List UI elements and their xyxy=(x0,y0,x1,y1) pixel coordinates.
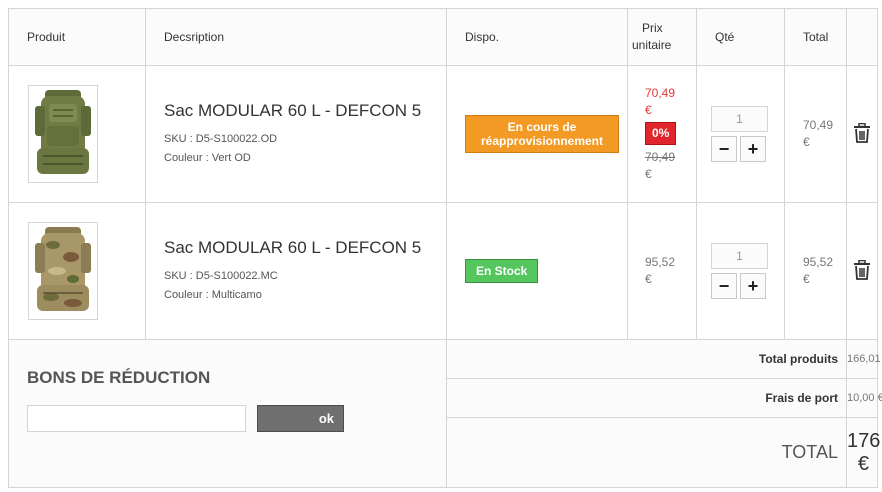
cart-item-row: Sac MODULAR 60 L - DEFCON 5 SKU : D5-S10… xyxy=(8,202,878,340)
header-dispo: Dispo. xyxy=(446,8,628,66)
voucher-title: BONS DE RÉDUCTION xyxy=(27,368,211,387)
product-sku: SKU : D5-S100022.OD xyxy=(164,132,278,145)
line-total-currency: € xyxy=(803,135,810,149)
product-image-link[interactable] xyxy=(28,85,98,183)
table-header-row: Produit Decsription Dispo. Prix unitaire… xyxy=(8,8,878,66)
product-description-cell: Sac MODULAR 60 L - DEFCON 5 SKU : D5-S10… xyxy=(145,65,447,203)
line-total-currency: € xyxy=(803,272,810,286)
cart-table: Produit Decsription Dispo. Prix unitaire… xyxy=(8,8,882,488)
frais-port-label: Frais de port xyxy=(446,378,847,418)
price-old-amount: 70,49 xyxy=(645,150,676,164)
quantity-input[interactable]: 1 xyxy=(711,106,768,132)
availability-badge: En cours de réapprovisionnement xyxy=(465,115,619,153)
product-image-cell xyxy=(8,65,146,203)
price-new-amount: 70,49 xyxy=(645,86,676,100)
unit-price-cell: 95,52 € xyxy=(627,202,697,340)
quantity-increase-button[interactable]: + xyxy=(740,273,766,299)
price-new-currency: € xyxy=(645,103,652,117)
product-name-link[interactable]: Sac MODULAR 60 L - DEFCON 5 xyxy=(164,101,446,121)
product-sku: SKU : D5-S100022.MC xyxy=(164,269,278,282)
grand-total-amount: 176,01 xyxy=(847,429,882,452)
delete-cell xyxy=(846,202,878,340)
grand-total-currency: € xyxy=(857,452,869,475)
plus-icon: + xyxy=(747,139,759,159)
quantity-cell: 1 − + xyxy=(696,65,785,203)
product-color: Couleur : Multicamo xyxy=(164,288,262,301)
header-total: Total xyxy=(784,8,847,66)
delete-cell xyxy=(846,65,878,203)
product-image-link[interactable] xyxy=(28,222,98,320)
voucher-section: BONS DE RÉDUCTION ok xyxy=(8,339,447,488)
line-total-amount: 95,52 xyxy=(803,255,834,269)
header-prix-line1: Prix xyxy=(642,21,663,35)
cart-item-row: Sac MODULAR 60 L - DEFCON 5 SKU : D5-S10… xyxy=(8,65,878,203)
product-description-cell: Sac MODULAR 60 L - DEFCON 5 SKU : D5-S10… xyxy=(145,202,447,340)
availability-cell: En Stock xyxy=(446,202,628,340)
quantity-input[interactable]: 1 xyxy=(711,243,768,269)
grand-total-value: 176,01 € xyxy=(846,417,882,488)
summary-row-total-produits: BONS DE RÉDUCTION ok Total produits 166,… xyxy=(8,339,882,488)
trash-icon[interactable] xyxy=(853,259,871,280)
price-old-currency: € xyxy=(645,167,652,181)
quantity-increase-button[interactable]: + xyxy=(740,136,766,162)
quantity-cell: 1 − + xyxy=(696,202,785,340)
total-produits-value: 166,01 € xyxy=(846,339,882,379)
unit-price-cell: 70,49 € 0% 70,49 € xyxy=(627,65,697,203)
header-prix-unitaire: Prix unitaire xyxy=(627,8,697,66)
line-total-cell: 95,52 € xyxy=(784,202,847,340)
voucher-code-input[interactable] xyxy=(27,405,246,432)
discount-badge: 0% xyxy=(645,122,677,145)
backpack-camo-icon xyxy=(35,227,91,311)
plus-icon: + xyxy=(747,276,759,296)
frais-port-value: 10,00 € xyxy=(846,378,882,418)
header-produit: Produit xyxy=(8,8,146,66)
minus-icon: − xyxy=(718,139,730,159)
availability-cell: En cours de réapprovisionnement xyxy=(446,65,628,203)
grand-total-label: TOTAL xyxy=(446,417,847,488)
header-actions xyxy=(846,8,878,66)
line-total-amount: 70,49 xyxy=(803,118,834,132)
product-color: Couleur : Vert OD xyxy=(164,151,251,164)
product-image-cell xyxy=(8,202,146,340)
line-total-cell: 70,49 € xyxy=(784,65,847,203)
quantity-decrease-button[interactable]: − xyxy=(711,273,737,299)
total-produits-label: Total produits xyxy=(446,339,847,379)
product-name-link[interactable]: Sac MODULAR 60 L - DEFCON 5 xyxy=(164,238,446,258)
quantity-decrease-button[interactable]: − xyxy=(711,136,737,162)
minus-icon: − xyxy=(718,276,730,296)
header-qte: Qté xyxy=(696,8,785,66)
header-description: Decsription xyxy=(145,8,447,66)
unit-price-currency: € xyxy=(645,272,652,286)
voucher-submit-button[interactable]: ok xyxy=(257,405,344,432)
unit-price-amount: 95,52 xyxy=(645,255,676,269)
backpack-olive-icon xyxy=(35,90,91,174)
trash-icon[interactable] xyxy=(853,122,871,143)
availability-badge: En Stock xyxy=(465,259,539,283)
header-prix-line2: unitaire xyxy=(632,38,672,52)
